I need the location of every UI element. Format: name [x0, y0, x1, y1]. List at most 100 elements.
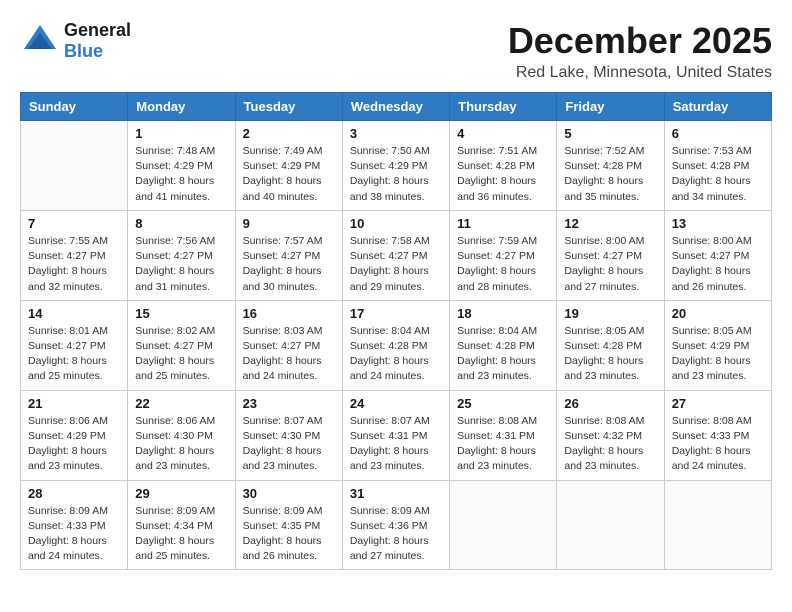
- day-info: Sunrise: 8:02 AM Sunset: 4:27 PM Dayligh…: [135, 324, 227, 385]
- calendar-table: SundayMondayTuesdayWednesdayThursdayFrid…: [20, 92, 772, 570]
- day-info: Sunrise: 7:52 AM Sunset: 4:28 PM Dayligh…: [564, 144, 656, 205]
- location-title: Red Lake, Minnesota, United States: [508, 64, 772, 82]
- day-number: 14: [28, 306, 120, 321]
- day-number: 29: [135, 486, 227, 501]
- day-info: Sunrise: 8:07 AM Sunset: 4:31 PM Dayligh…: [350, 414, 442, 475]
- calendar-cell: 25Sunrise: 8:08 AM Sunset: 4:31 PM Dayli…: [450, 390, 557, 480]
- day-number: 7: [28, 216, 120, 231]
- calendar-cell: 17 Sunrise: 8:04 AM Sunset: 4:28 PM Dayli…: [342, 300, 449, 390]
- calendar-cell: 19 Sunrise: 8:05 AM Sunset: 4:28 PM Dayli…: [557, 300, 664, 390]
- title-area: December 2025 Red Lake, Minnesota, Unite…: [508, 20, 772, 82]
- day-number: 6: [672, 126, 764, 141]
- day-info: Sunrise: 8:09 AM Sunset: 4:33 PM Dayligh…: [28, 504, 120, 565]
- day-number: 17: [350, 306, 442, 321]
- day-number: 19: [564, 306, 656, 321]
- day-number: 27: [672, 396, 764, 411]
- calendar-cell: 13Sunrise: 8:00 AM Sunset: 4:27 PM Dayli…: [664, 210, 771, 300]
- calendar-cell: 15 Sunrise: 8:02 AM Sunset: 4:27 PM Dayli…: [128, 300, 235, 390]
- calendar-cell: 14Sunrise: 8:01 AM Sunset: 4:27 PM Dayli…: [21, 300, 128, 390]
- day-number: 16: [243, 306, 335, 321]
- day-number: 30: [243, 486, 335, 501]
- day-info: Sunrise: 8:08 AM Sunset: 4:32 PM Dayligh…: [564, 414, 656, 475]
- calendar-cell: 11 Sunrise: 7:59 AM Sunset: 4:27 PM Dayli…: [450, 210, 557, 300]
- day-info: Sunrise: 8:09 AM Sunset: 4:34 PM Dayligh…: [135, 504, 227, 565]
- calendar-week-5: 28 Sunrise: 8:09 AM Sunset: 4:33 PM Dayli…: [21, 480, 772, 570]
- day-number: 3: [350, 126, 442, 141]
- day-info: Sunrise: 7:59 AM Sunset: 4:27 PM Dayligh…: [457, 234, 549, 295]
- calendar-cell: 24 Sunrise: 8:07 AM Sunset: 4:31 PM Dayli…: [342, 390, 449, 480]
- calendar-cell: 8 Sunrise: 7:56 AM Sunset: 4:27 PM Daylig…: [128, 210, 235, 300]
- day-number: 13: [672, 216, 764, 231]
- calendar-cell: 7 Sunrise: 7:55 AM Sunset: 4:27 PM Daylig…: [21, 210, 128, 300]
- day-number: 2: [243, 126, 335, 141]
- day-number: 11: [457, 216, 549, 231]
- day-number: 28: [28, 486, 120, 501]
- calendar-cell: 3 Sunrise: 7:50 AM Sunset: 4:29 PM Daylig…: [342, 121, 449, 211]
- day-header-saturday: Saturday: [664, 93, 771, 121]
- calendar-week-4: 21 Sunrise: 8:06 AM Sunset: 4:29 PM Dayli…: [21, 390, 772, 480]
- calendar-cell: 23Sunrise: 8:07 AM Sunset: 4:30 PM Dayli…: [235, 390, 342, 480]
- day-number: 12: [564, 216, 656, 231]
- day-number: 9: [243, 216, 335, 231]
- day-number: 5: [564, 126, 656, 141]
- day-number: 1: [135, 126, 227, 141]
- logo-general: General: [64, 20, 131, 40]
- day-info: Sunrise: 7:51 AM Sunset: 4:28 PM Dayligh…: [457, 144, 549, 205]
- calendar-cell: [21, 121, 128, 211]
- day-number: 10: [350, 216, 442, 231]
- day-info: Sunrise: 7:49 AM Sunset: 4:29 PM Dayligh…: [243, 144, 335, 205]
- calendar-cell: 2 Sunrise: 7:49 AM Sunset: 4:29 PM Daylig…: [235, 121, 342, 211]
- calendar-cell: 10Sunrise: 7:58 AM Sunset: 4:27 PM Dayli…: [342, 210, 449, 300]
- day-number: 20: [672, 306, 764, 321]
- day-info: Sunrise: 8:06 AM Sunset: 4:30 PM Dayligh…: [135, 414, 227, 475]
- calendar-cell: 22Sunrise: 8:06 AM Sunset: 4:30 PM Dayli…: [128, 390, 235, 480]
- calendar-cell: 16Sunrise: 8:03 AM Sunset: 4:27 PM Dayli…: [235, 300, 342, 390]
- day-info: Sunrise: 7:50 AM Sunset: 4:29 PM Dayligh…: [350, 144, 442, 205]
- day-info: Sunrise: 8:05 AM Sunset: 4:28 PM Dayligh…: [564, 324, 656, 385]
- day-info: Sunrise: 7:57 AM Sunset: 4:27 PM Dayligh…: [243, 234, 335, 295]
- calendar-cell: 12 Sunrise: 8:00 AM Sunset: 4:27 PM Dayli…: [557, 210, 664, 300]
- day-info: Sunrise: 8:08 AM Sunset: 4:33 PM Dayligh…: [672, 414, 764, 475]
- calendar-cell: [450, 480, 557, 570]
- day-header-sunday: Sunday: [21, 93, 128, 121]
- calendar-week-2: 7 Sunrise: 7:55 AM Sunset: 4:27 PM Daylig…: [21, 210, 772, 300]
- calendar-cell: 9 Sunrise: 7:57 AM Sunset: 4:27 PM Daylig…: [235, 210, 342, 300]
- day-number: 18: [457, 306, 549, 321]
- day-number: 15: [135, 306, 227, 321]
- day-info: Sunrise: 8:06 AM Sunset: 4:29 PM Dayligh…: [28, 414, 120, 475]
- calendar-cell: 26Sunrise: 8:08 AM Sunset: 4:32 PM Dayli…: [557, 390, 664, 480]
- day-number: 8: [135, 216, 227, 231]
- day-info: Sunrise: 7:48 AM Sunset: 4:29 PM Dayligh…: [135, 144, 227, 205]
- calendar-cell: 31Sunrise: 8:09 AM Sunset: 4:36 PM Dayli…: [342, 480, 449, 570]
- logo-icon: [20, 21, 60, 61]
- day-number: 24: [350, 396, 442, 411]
- day-header-wednesday: Wednesday: [342, 93, 449, 121]
- calendar-cell: 27 Sunrise: 8:08 AM Sunset: 4:33 PM Dayli…: [664, 390, 771, 480]
- day-header-tuesday: Tuesday: [235, 93, 342, 121]
- day-header-friday: Friday: [557, 93, 664, 121]
- day-info: Sunrise: 8:08 AM Sunset: 4:31 PM Dayligh…: [457, 414, 549, 475]
- logo: General Blue: [20, 20, 131, 62]
- calendar-cell: 4Sunrise: 7:51 AM Sunset: 4:28 PM Daylig…: [450, 121, 557, 211]
- logo-blue: Blue: [64, 41, 131, 62]
- calendar-cell: 21 Sunrise: 8:06 AM Sunset: 4:29 PM Dayli…: [21, 390, 128, 480]
- logo-text: General Blue: [64, 20, 131, 62]
- day-info: Sunrise: 7:56 AM Sunset: 4:27 PM Dayligh…: [135, 234, 227, 295]
- day-info: Sunrise: 8:09 AM Sunset: 4:35 PM Dayligh…: [243, 504, 335, 565]
- month-title: December 2025: [508, 20, 772, 62]
- day-number: 21: [28, 396, 120, 411]
- day-header-monday: Monday: [128, 93, 235, 121]
- day-info: Sunrise: 8:04 AM Sunset: 4:28 PM Dayligh…: [350, 324, 442, 385]
- day-info: Sunrise: 7:53 AM Sunset: 4:28 PM Dayligh…: [672, 144, 764, 205]
- day-info: Sunrise: 8:00 AM Sunset: 4:27 PM Dayligh…: [564, 234, 656, 295]
- day-info: Sunrise: 8:05 AM Sunset: 4:29 PM Dayligh…: [672, 324, 764, 385]
- calendar-cell: 6 Sunrise: 7:53 AM Sunset: 4:28 PM Daylig…: [664, 121, 771, 211]
- calendar-body: 1 Sunrise: 7:48 AM Sunset: 4:29 PM Daylig…: [21, 121, 772, 570]
- day-info: Sunrise: 8:04 AM Sunset: 4:28 PM Dayligh…: [457, 324, 549, 385]
- calendar-cell: [664, 480, 771, 570]
- calendar-week-1: 1 Sunrise: 7:48 AM Sunset: 4:29 PM Daylig…: [21, 121, 772, 211]
- day-info: Sunrise: 7:55 AM Sunset: 4:27 PM Dayligh…: [28, 234, 120, 295]
- day-number: 23: [243, 396, 335, 411]
- calendar-header: SundayMondayTuesdayWednesdayThursdayFrid…: [21, 93, 772, 121]
- calendar-cell: 30 Sunrise: 8:09 AM Sunset: 4:35 PM Dayli…: [235, 480, 342, 570]
